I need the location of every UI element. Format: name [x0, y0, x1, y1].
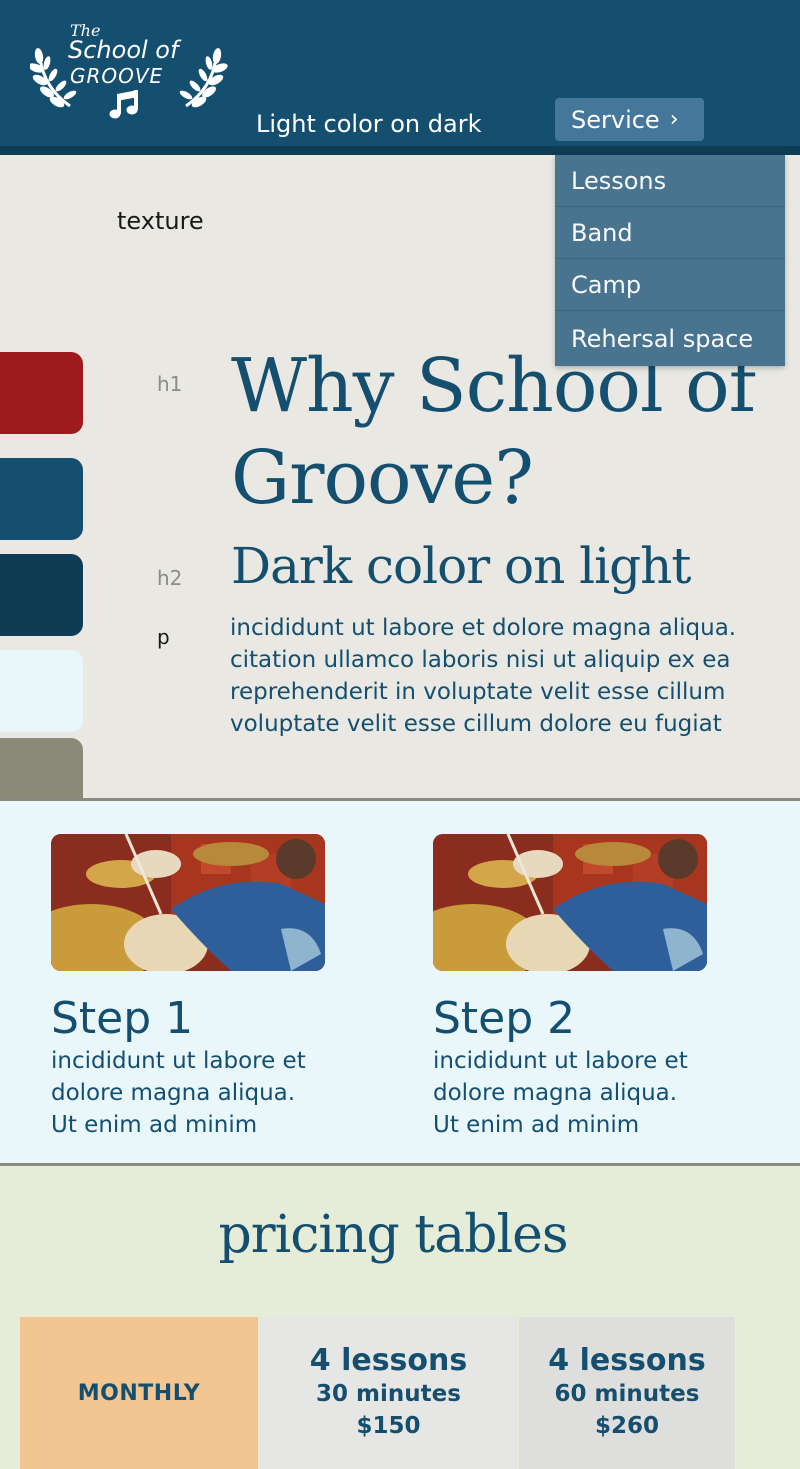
color-swatch-light — [0, 650, 83, 732]
step-line: incididunt ut labore et — [433, 1048, 688, 1074]
header-caption: Light color on dark — [256, 110, 482, 138]
pricing-column-60min[interactable]: 4 lessons 60 minutes $260 — [519, 1317, 735, 1469]
texture-label: texture — [117, 207, 204, 235]
menu-item-lessons[interactable]: Lessons — [555, 155, 785, 207]
menu-item-camp[interactable]: Camp — [555, 259, 785, 311]
step-description: incididunt ut labore et dolore magna ali… — [51, 1045, 391, 1141]
step-title: Step 2 — [433, 993, 576, 1044]
step-description: incididunt ut labore et dolore magna ali… — [433, 1045, 773, 1141]
h2-sample: Dark color on light — [231, 537, 691, 595]
step-line: incididunt ut labore et — [51, 1048, 306, 1074]
school-of-groove-logo[interactable]: The School of GROOVE — [30, 18, 230, 128]
service-dropdown-menu: Lessons Band Camp Rehersal space — [555, 155, 785, 366]
color-swatch-red — [0, 352, 83, 434]
menu-item-rehersal-space[interactable]: Rehersal space — [555, 311, 785, 366]
tag-h2: h2 — [157, 566, 183, 590]
pricing-title: pricing tables — [218, 1205, 568, 1265]
music-note-icon — [109, 90, 138, 119]
h1-sample: Why School of Groove? — [231, 340, 800, 524]
tag-p: p — [157, 625, 170, 649]
logo-school-of-text: School of — [68, 36, 179, 64]
paragraph-line: incididunt ut labore et dolore magna ali… — [230, 615, 737, 641]
plan-title: 4 lessons — [548, 1343, 706, 1378]
step-title: Step 1 — [51, 993, 194, 1044]
chevron-right-icon: › — [669, 107, 679, 132]
drummer-photo — [51, 834, 325, 971]
paragraph-line: reprehenderit in voluptate velit esse ci… — [230, 679, 726, 705]
step-line: dolore magna aliqua. — [433, 1080, 678, 1106]
step-card-1: Step 1 incididunt ut labore et dolore ma… — [51, 834, 391, 1141]
drummer-photo — [433, 834, 707, 971]
step-card-2: Step 2 incididunt ut labore et dolore ma… — [433, 834, 773, 1141]
step-line: dolore magna aliqua. — [51, 1080, 296, 1106]
paragraph-sample: incididunt ut labore et dolore magna ali… — [230, 612, 800, 740]
menu-item-band[interactable]: Band — [555, 207, 785, 259]
step-line: Ut enim ad minim — [433, 1112, 640, 1138]
plan-duration: 30 minutes — [316, 1381, 461, 1407]
plan-duration: 60 minutes — [554, 1381, 700, 1407]
pricing-column-monthly: MONTHLY — [20, 1317, 258, 1469]
tag-h1: h1 — [157, 372, 183, 396]
header-divider — [0, 146, 800, 155]
paragraph-line: voluptate velit esse cillum dolore eu fu… — [230, 711, 722, 737]
logo-groove-text: GROOVE — [70, 64, 164, 88]
pricing-column-30min[interactable]: 4 lessons 30 minutes $150 — [260, 1317, 517, 1469]
plan-price: $150 — [356, 1413, 421, 1439]
plan-price: $260 — [594, 1413, 659, 1439]
pricing-plan-label: MONTHLY — [77, 1380, 201, 1406]
plan-title: 4 lessons — [309, 1343, 468, 1378]
paragraph-line: citation ullamco laboris nisi ut aliquip… — [230, 647, 731, 673]
service-button-label: Service — [571, 105, 660, 134]
h1-line-2: Groove? — [231, 435, 534, 521]
color-swatch-dark-blue — [0, 554, 83, 636]
color-swatch-blue — [0, 458, 83, 540]
step-line: Ut enim ad minim — [51, 1112, 258, 1138]
service-menu-button[interactable]: Service › — [555, 98, 704, 141]
